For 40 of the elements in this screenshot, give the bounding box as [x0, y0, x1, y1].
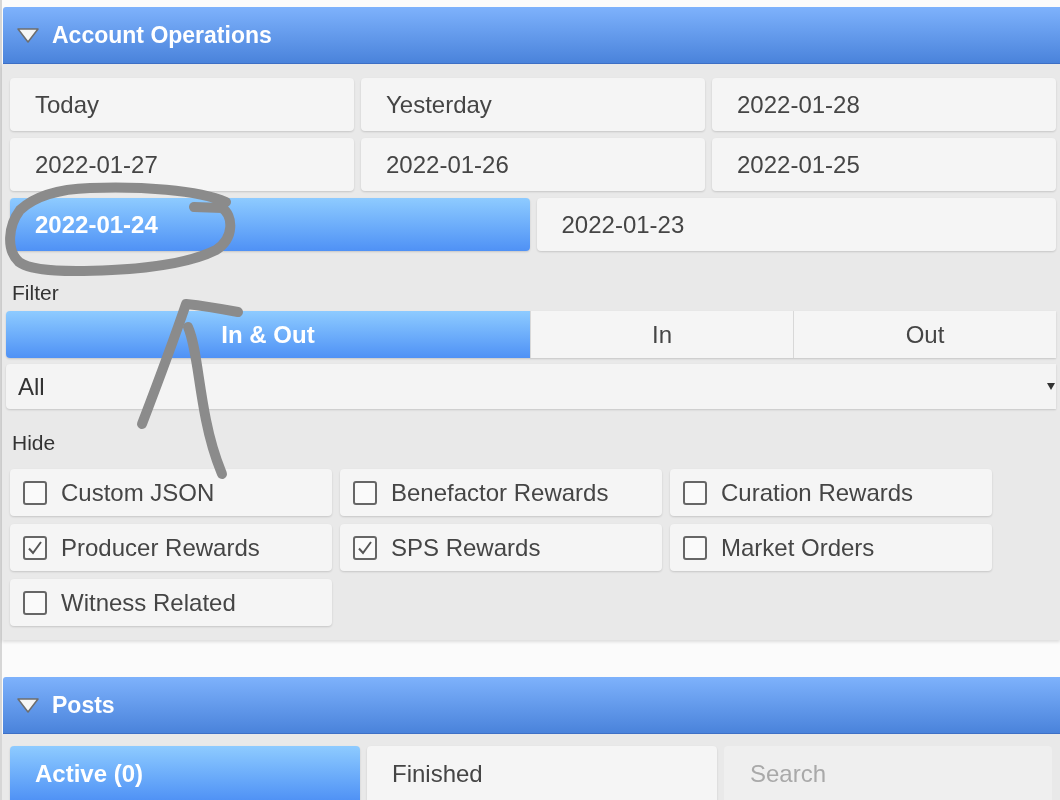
checkbox-tile[interactable]: Witness Related — [10, 579, 332, 626]
checkbox-label: Custom JSON — [61, 477, 215, 508]
type-select[interactable]: All — [6, 364, 1056, 409]
checkbox[interactable] — [353, 535, 377, 560]
checkbox[interactable] — [23, 480, 47, 505]
checkbox-tile[interactable]: Curation Rewards — [670, 469, 992, 516]
checkbox-tile[interactable]: Producer Rewards — [10, 524, 332, 571]
section-title: Account Operations — [52, 23, 272, 47]
checkbox-tile[interactable]: Custom JSON — [10, 469, 332, 516]
date-button[interactable]: 2022-01-25 — [712, 138, 1056, 191]
filter-label: Filter — [12, 281, 59, 305]
date-button[interactable]: 2022-01-27 — [10, 138, 354, 191]
date-button[interactable]: 2022-01-28 — [712, 78, 1056, 131]
checkbox[interactable] — [353, 480, 377, 505]
date-button[interactable]: 2022-01-23 — [536, 198, 1056, 251]
checkbox-label: Witness Related — [61, 587, 236, 618]
hide-label: Hide — [12, 431, 56, 455]
search-field[interactable]: Search — [724, 746, 1052, 800]
filter-segment[interactable]: In — [530, 311, 793, 358]
checkbox-tile[interactable]: SPS Rewards — [340, 524, 662, 571]
checkbox-tile[interactable]: Benefactor Rewards — [340, 469, 662, 516]
checkbox-label: SPS Rewards — [391, 532, 541, 563]
date-button[interactable]: Yesterday — [361, 78, 705, 131]
triangle-down-icon[interactable] — [17, 27, 39, 43]
filter-segment[interactable]: Out — [793, 311, 1056, 358]
checkbox-label: Curation Rewards — [721, 477, 914, 508]
checkbox[interactable] — [23, 590, 47, 615]
posts-tab[interactable]: Finished — [367, 746, 717, 800]
checkbox[interactable] — [683, 535, 707, 560]
checkbox[interactable] — [683, 480, 707, 505]
checkbox[interactable] — [23, 535, 47, 560]
section-title: Posts — [52, 693, 115, 717]
checkbox-label: Market Orders — [721, 532, 875, 563]
triangle-down-icon[interactable] — [17, 697, 39, 713]
date-button[interactable]: Today — [10, 78, 354, 131]
checkbox-label: Producer Rewards — [61, 532, 260, 563]
checkbox-label: Benefactor Rewards — [391, 477, 609, 508]
date-button[interactable]: 2022-01-26 — [361, 138, 705, 191]
dropdown-caret-icon — [1047, 383, 1055, 390]
checkbox-tile[interactable]: Market Orders — [670, 524, 992, 571]
